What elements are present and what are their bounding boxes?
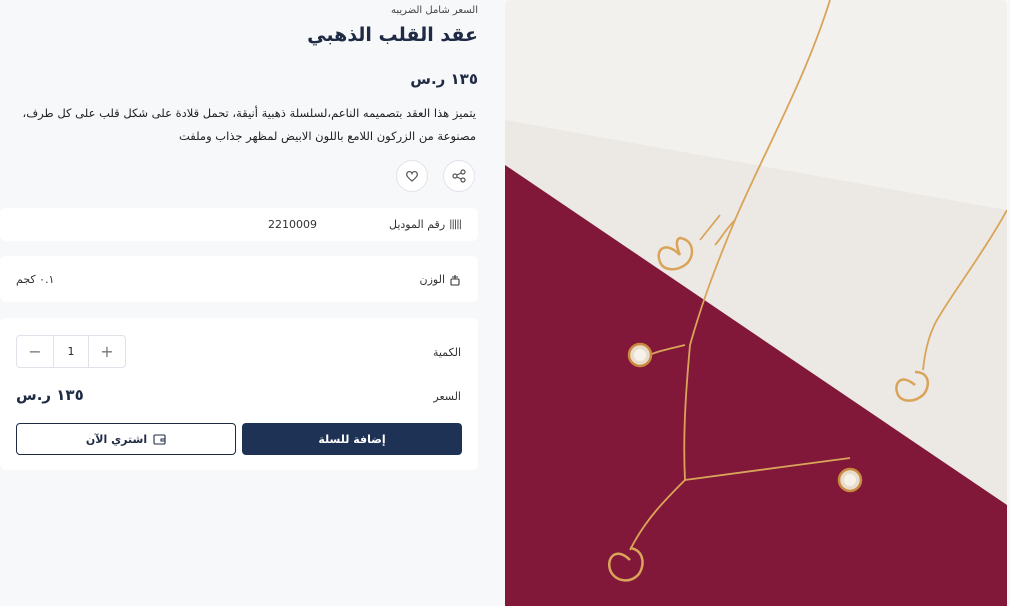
price-value: ١٣٥ ر.س [16, 386, 84, 404]
sku-label: رقم الموديل [389, 218, 446, 231]
quantity-stepper[interactable]: − 1 + [16, 335, 126, 368]
quantity-label: الكمية [432, 346, 461, 359]
product-price: ١٣٥ ر.س [410, 70, 478, 88]
weight-row: الوزن ٠.١ كجم [0, 256, 478, 302]
add-to-cart-button[interactable]: إضافة للسلة [242, 423, 462, 455]
heart-icon [406, 170, 418, 182]
buy-now-button[interactable]: اشتري الآن [16, 423, 236, 455]
necklace-photo [505, 0, 1007, 606]
product-info: السعر شامل الضريبه عقد القلب الذهبي ١٣٥ … [0, 0, 480, 606]
product-image[interactable] [505, 0, 1007, 606]
weight-value: ٠.١ كجم [16, 273, 55, 286]
weight-label-wrap: الوزن [420, 273, 461, 286]
sku-row: ||||| رقم الموديل 2210009 [0, 208, 478, 241]
price-label: السعر [433, 390, 461, 403]
quantity-input[interactable]: 1 [53, 336, 89, 367]
share-button[interactable] [443, 160, 475, 192]
wallet-icon [153, 434, 166, 445]
sku-value: 2210009 [268, 218, 317, 231]
tax-note: السعر شامل الضريبه [391, 5, 478, 16]
buy-now-label: اشتري الآن [85, 432, 148, 446]
sku-label-wrap: ||||| رقم الموديل [389, 218, 462, 231]
weight-label: الوزن [419, 273, 445, 286]
barcode-icon: ||||| [449, 219, 462, 230]
decrease-button[interactable]: − [17, 336, 53, 367]
add-to-cart-label: إضافة للسلة [318, 432, 386, 446]
increase-button[interactable]: + [89, 336, 125, 367]
scale-icon [450, 274, 460, 286]
purchase-panel: الكمية − 1 + السعر ١٣٥ ر.س إضافة للسلة ا… [0, 318, 478, 470]
product-description: يتميز هذا العقد بتصميمه الناعم،لسلسلة ذه… [22, 106, 476, 143]
product-title: عقد القلب الذهبي [307, 24, 478, 46]
share-icon [452, 169, 466, 183]
wishlist-button[interactable] [396, 160, 428, 192]
